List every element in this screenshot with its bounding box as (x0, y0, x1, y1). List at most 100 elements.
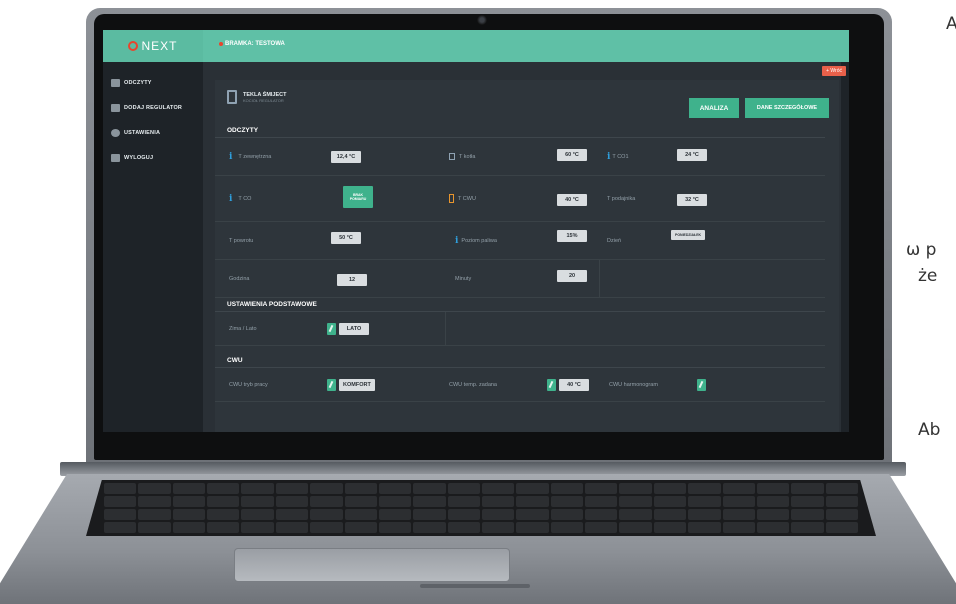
cwu-harm-label: CWU harmonogram (609, 381, 658, 388)
t-powrotu-value: 50 °C (331, 232, 361, 244)
t-kotla-label: T kotła (459, 153, 476, 160)
cwu-temp-label: CWU temp. zadana (449, 381, 497, 388)
front-slot (420, 584, 530, 588)
sidebar-item-wyloguj[interactable]: WYLOGUJ (103, 145, 203, 170)
zima-value: LATO (339, 323, 369, 335)
webcam-icon (477, 15, 487, 25)
edit-cwu-tryb-button[interactable] (327, 379, 336, 391)
divider (445, 312, 446, 345)
t-powrotu-cell: T powrotu (229, 222, 253, 259)
zima-label: Zima / Lato (229, 325, 257, 332)
logout-icon (111, 153, 120, 162)
gateway-label: BRAMKA: TESTOWA (225, 41, 285, 47)
sidebar-item-label: ODCZYTY (124, 79, 152, 86)
t-co1-label: T CO1 (612, 153, 629, 160)
t-cwu-value: 40 °C (557, 194, 587, 206)
poziom-label: Poziom paliwa (461, 237, 497, 244)
t-podajnika-value: 32 °C (677, 194, 707, 206)
brand-logo[interactable]: NEXT (103, 30, 203, 62)
t-co1-value: 24 °C (677, 149, 707, 161)
godzina-label: Godzina (229, 275, 250, 282)
edit-cwu-harmonogram-button[interactable] (697, 379, 706, 391)
gateway-selector[interactable]: BRAMKA: TESTOWA (219, 41, 285, 47)
t-kotla-value: 60 °C (557, 149, 587, 161)
section-ustawienia: USTAWIENIA PODSTAWOWE (215, 298, 825, 312)
divider (599, 260, 600, 297)
sidebar-item-label: DODAJ REGULATOR (124, 104, 183, 111)
t-powrotu-label: T powrotu (229, 237, 254, 244)
section-odczyty: ODCZYTY (215, 124, 825, 138)
t-zewn-cell: i T zewnętrzna (229, 138, 271, 175)
gear-icon (111, 128, 120, 137)
logo-ring-icon (128, 41, 139, 51)
device-title: TEKLA ŚMIJECT (243, 91, 287, 98)
controller-icon (111, 103, 120, 112)
sidebar: ODCZYTY DODAJ REGULATOR USTAWIENIA WYLOG… (103, 62, 203, 432)
t-co-label: T CO (238, 195, 252, 202)
gateway-status-icon (219, 42, 223, 46)
info-icon[interactable]: i (607, 152, 610, 162)
top-bar (103, 30, 849, 62)
dzien-label: Dzień (607, 237, 622, 244)
minuty-value: 20 (557, 270, 587, 282)
info-icon[interactable]: i (229, 194, 232, 204)
side-text-1: A (946, 14, 956, 34)
cwu-tryb-cell: CWU tryb pracy (229, 368, 268, 401)
sidebar-item-dodaj-regulator[interactable]: DODAJ REGULATOR (103, 95, 203, 120)
brand-name: NEXT (141, 39, 178, 53)
app-screen: NEXT BRAMKA: TESTOWA ODCZYTY DODAJ REGUL… (103, 30, 849, 432)
t-zewn-value: 12,4 °C (331, 151, 361, 163)
side-text-2: ω p (906, 240, 937, 260)
minuty-label: Minuty (455, 275, 472, 282)
t-co-cell: i T CO (229, 176, 251, 221)
t-co1-cell: i T CO1 (607, 138, 629, 175)
keyboard (86, 480, 876, 536)
t-zewn-label: T zewnętrzna (238, 153, 272, 160)
t-podajnika-cell: T podajnika (607, 176, 635, 221)
readings-row-3: T powrotu 50 °C i Poziom paliwa 15% Dzie… (215, 222, 825, 260)
device-panel: TEKLA ŚMIJECT KOCIOŁ REGULATOR ANALIZA D… (215, 80, 839, 432)
boiler-icon (449, 153, 455, 160)
readings-row-2: i T CO BRAK POMIARU T CWU 40 °C T podajn… (215, 176, 825, 222)
dane-szczegolowe-button[interactable]: DANE SZCZEGÓŁOWE (745, 98, 829, 118)
sidebar-item-odczyty[interactable]: ODCZYTY (103, 70, 203, 95)
poziom-value: 15% (557, 230, 587, 242)
info-icon[interactable]: i (455, 236, 458, 246)
sidebar-item-label: USTAWIENIA (124, 129, 161, 136)
t-podajnika-label: T podajnika (607, 195, 636, 202)
side-text-4: Ab (918, 420, 941, 440)
sidebar-item-label: WYLOGUJ (124, 154, 154, 161)
godzina-cell: Godzina (229, 260, 250, 297)
readings-icon (111, 78, 120, 87)
readings-row-1: i T zewnętrzna 12,4 °C T kotła 60 °C i T… (215, 138, 825, 176)
readings-row-4: Godzina 12 Minuty 20 (215, 260, 825, 298)
edit-cwu-temp-button[interactable] (547, 379, 556, 391)
t-cwu-label: T CWU (458, 195, 476, 202)
edit-zima-button[interactable] (327, 323, 336, 335)
touchpad (234, 548, 510, 582)
poziom-cell: i Poziom paliwa (455, 222, 497, 259)
t-co-value: BRAK POMIARU (343, 186, 373, 208)
cwu-temp-value: 40 °C (559, 379, 589, 391)
cwu-row: CWU tryb pracy KOMFORT CWU temp. zadana … (215, 368, 825, 402)
analiza-button[interactable]: ANALIZA (689, 98, 739, 118)
t-co-value-line2: POMIARU (349, 197, 367, 201)
device-icon (227, 90, 237, 104)
settings-row: Zima / Lato LATO (215, 312, 825, 346)
main-area: TEKLA ŚMIJECT KOCIOŁ REGULATOR ANALIZA D… (203, 62, 849, 432)
zima-cell: Zima / Lato (229, 312, 257, 345)
section-cwu: CWU (215, 354, 825, 368)
t-cwu-cell: T CWU (449, 176, 476, 221)
godzina-value: 12 (337, 274, 367, 286)
device-header: TEKLA ŚMIJECT KOCIOŁ REGULATOR (227, 90, 287, 104)
laptop-hinge (60, 462, 906, 476)
dzien-value: PONIEDZIAŁEK (671, 230, 706, 240)
sidebar-item-ustawienia[interactable]: USTAWIENIA (103, 120, 203, 145)
info-icon[interactable]: i (229, 152, 232, 162)
cwu-harm-cell: CWU harmonogram (609, 368, 658, 401)
device-subtitle: KOCIOŁ REGULATOR (243, 97, 284, 103)
dzien-cell: Dzień (607, 222, 621, 259)
side-text-3: że (918, 266, 938, 286)
t-kotla-cell: T kotła (449, 138, 475, 175)
cwu-temp-cell: CWU temp. zadana (449, 368, 497, 401)
